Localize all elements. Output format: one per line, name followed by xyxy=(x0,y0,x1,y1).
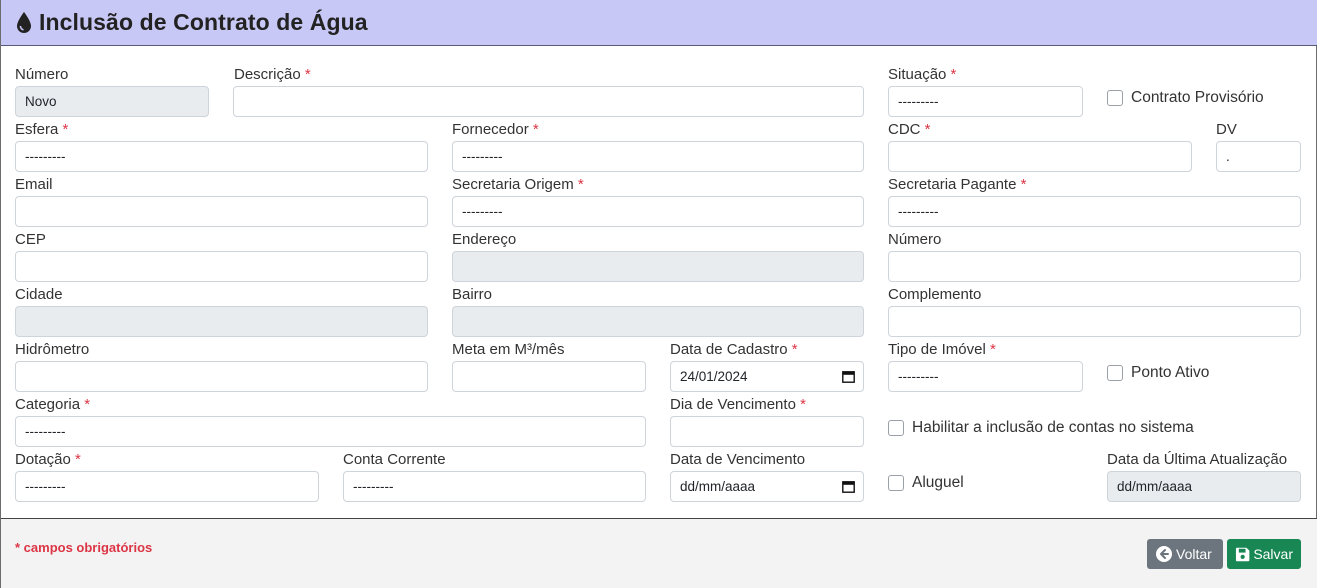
complemento-input[interactable] xyxy=(888,306,1301,337)
conta-corrente-label: Conta Corrente xyxy=(343,451,446,468)
arrow-left-circle-icon xyxy=(1156,546,1172,562)
calendar-icon[interactable] xyxy=(842,370,855,383)
data-ultima-atualizacao-field: dd/mm/aaaa xyxy=(1107,471,1301,502)
cdc-label: CDC * xyxy=(888,121,931,138)
salvar-button[interactable]: Salvar xyxy=(1227,539,1301,569)
tipo-imovel-label: Tipo de Imóvel * xyxy=(888,341,996,358)
dia-vencimento-label: Dia de Vencimento * xyxy=(670,396,806,413)
esfera-select[interactable]: --------- xyxy=(15,141,428,172)
numero-field: Novo xyxy=(15,86,209,117)
contract-form-card: Inclusão de Contrato de Água Número Novo… xyxy=(0,0,1317,588)
secretaria-origem-label: Secretaria Origem * xyxy=(452,176,584,193)
secretaria-pagante-label: Secretaria Pagante * xyxy=(888,176,1027,193)
ponto-ativo-checkbox[interactable]: Ponto Ativo xyxy=(1107,364,1209,382)
fornecedor-label: Fornecedor * xyxy=(452,121,539,138)
cidade-label: Cidade xyxy=(15,286,63,303)
contrato-provisorio-checkbox[interactable]: Contrato Provisório xyxy=(1107,89,1264,107)
page-title: Inclusão de Contrato de Água xyxy=(39,9,368,35)
categoria-select[interactable]: --------- xyxy=(15,416,646,447)
voltar-label: Voltar xyxy=(1176,546,1212,562)
checkbox-box[interactable] xyxy=(1107,365,1123,381)
fornecedor-select[interactable]: --------- xyxy=(452,141,864,172)
dia-vencimento-input[interactable] xyxy=(670,416,864,447)
descricao-label: Descrição * xyxy=(234,66,311,83)
descricao-input[interactable] xyxy=(233,86,864,117)
situacao-label: Situação * xyxy=(888,66,957,83)
tipo-imovel-select[interactable]: --------- xyxy=(888,361,1083,392)
secretaria-origem-select[interactable]: --------- xyxy=(452,196,864,227)
esfera-label: Esfera * xyxy=(15,121,69,138)
data-cadastro-label: Data de Cadastro * xyxy=(670,341,798,358)
meta-input[interactable] xyxy=(452,361,646,392)
cep-label: CEP xyxy=(15,231,46,248)
calendar-icon[interactable] xyxy=(842,480,855,493)
conta-corrente-select[interactable]: --------- xyxy=(343,471,646,502)
cep-input[interactable] xyxy=(15,251,428,282)
aluguel-label: Aluguel xyxy=(912,474,964,491)
aluguel-checkbox[interactable]: Aluguel xyxy=(888,474,964,492)
voltar-button[interactable]: Voltar xyxy=(1147,539,1223,569)
bairro-label: Bairro xyxy=(452,286,493,303)
numero-label: Número xyxy=(15,66,69,83)
contrato-provisorio-label: Contrato Provisório xyxy=(1131,89,1264,106)
checkbox-box[interactable] xyxy=(1107,90,1123,106)
card-footer: * campos obrigatórios Voltar Salvar xyxy=(1,518,1317,588)
checkbox-box[interactable] xyxy=(888,420,904,436)
secretaria-pagante-select[interactable]: --------- xyxy=(888,196,1301,227)
dotacao-select[interactable]: --------- xyxy=(15,471,319,502)
required-fields-note: * campos obrigatórios xyxy=(15,540,153,555)
data-cadastro-input[interactable]: 24/01/2024 xyxy=(670,361,864,392)
meta-label: Meta em M³/mês xyxy=(452,341,565,358)
cdc-input[interactable] xyxy=(888,141,1192,172)
numero-endereco-label: Número xyxy=(888,231,942,248)
endereco-label: Endereço xyxy=(452,231,517,248)
hidrometro-input[interactable] xyxy=(15,361,428,392)
checkbox-box[interactable] xyxy=(888,475,904,491)
situacao-select[interactable]: --------- xyxy=(888,86,1083,117)
categoria-label: Categoria * xyxy=(15,396,91,413)
salvar-label: Salvar xyxy=(1253,546,1293,562)
dv-input[interactable]: . xyxy=(1216,141,1301,172)
cidade-field xyxy=(15,306,428,337)
email-label: Email xyxy=(15,176,53,193)
floppy-disk-icon xyxy=(1235,547,1250,561)
data-vencimento-input[interactable]: dd/mm/aaaa xyxy=(670,471,864,502)
hidrometro-label: Hidrômetro xyxy=(15,341,90,358)
habilitar-inclusao-label: Habilitar a inclusão de contas no sistem… xyxy=(912,419,1194,436)
bairro-field xyxy=(452,306,864,337)
habilitar-inclusao-checkbox[interactable]: Habilitar a inclusão de contas no sistem… xyxy=(888,419,1194,437)
complemento-label: Complemento xyxy=(888,286,982,303)
data-cadastro-value: 24/01/2024 xyxy=(680,369,748,384)
numero-endereco-input[interactable] xyxy=(888,251,1301,282)
dv-label: DV xyxy=(1216,121,1237,138)
data-vencimento-label: Data de Vencimento xyxy=(670,451,806,468)
email-input[interactable] xyxy=(15,196,428,227)
endereco-field xyxy=(452,251,864,282)
ponto-ativo-label: Ponto Ativo xyxy=(1131,364,1210,381)
dotacao-label: Dotação * xyxy=(15,451,81,468)
data-vencimento-value: dd/mm/aaaa xyxy=(680,479,756,494)
page-header: Inclusão de Contrato de Água xyxy=(1,0,1317,46)
data-ultima-atualizacao-label: Data da Última Atualização xyxy=(1107,451,1288,468)
water-drop-icon xyxy=(17,11,31,33)
